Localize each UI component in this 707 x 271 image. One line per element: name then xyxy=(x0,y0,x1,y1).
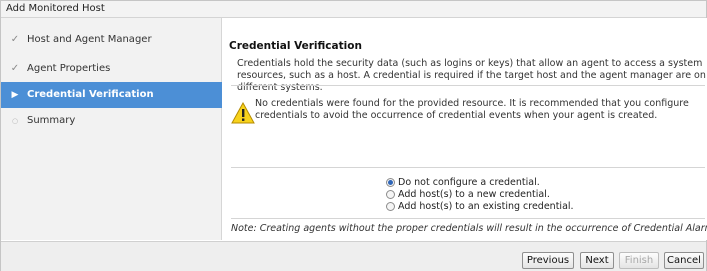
finish-button[interactable]: Finish xyxy=(619,252,659,269)
divider xyxy=(231,167,705,168)
option-label: Add host(s) to a new credential. xyxy=(398,188,550,200)
option-label: Add host(s) to an existing credential. xyxy=(398,200,574,212)
triangle-right-icon: ▶ xyxy=(11,90,19,100)
previous-button[interactable]: Previous xyxy=(522,252,574,269)
option-do-not-configure[interactable]: Do not configure a credential. xyxy=(386,176,574,188)
checkmark-icon: ✓ xyxy=(10,34,20,45)
radio-button[interactable] xyxy=(386,189,395,199)
step-label: Host and Agent Manager xyxy=(27,34,152,45)
step-host-and-agent-manager[interactable]: ✓ Host and Agent Manager xyxy=(1,27,222,53)
cancel-button[interactable]: Cancel xyxy=(664,252,704,269)
option-add-to-existing-credential[interactable]: Add host(s) to an existing credential. xyxy=(386,200,574,212)
credential-note: Note: Creating agents without the proper… xyxy=(231,223,707,234)
step-label: Summary xyxy=(27,115,76,126)
description-text: Credentials hold the security data (such… xyxy=(237,58,706,93)
warning-text: No credentials were found for the provid… xyxy=(255,98,689,121)
step-label: Credential Verification xyxy=(27,89,154,100)
option-add-to-new-credential[interactable]: Add host(s) to a new credential. xyxy=(386,188,574,200)
warning-icon xyxy=(231,102,255,124)
step-credential-verification[interactable]: ▶ Credential Verification xyxy=(1,82,222,108)
wizard-footer: Previous Next Finish Cancel xyxy=(1,241,706,271)
radio-button[interactable] xyxy=(386,201,395,211)
wizard-steps-sidebar: ✓ Host and Agent Manager ✓ Agent Propertie… xyxy=(1,18,222,240)
divider xyxy=(231,218,705,219)
radio-button[interactable] xyxy=(386,177,395,187)
divider xyxy=(231,85,705,86)
add-monitored-host-dialog: Add Monitored Host ✓ Host and Agent Manag… xyxy=(0,0,707,271)
checkmark-icon: ✓ xyxy=(10,63,20,74)
dialog-title: Add Monitored Host xyxy=(1,1,706,18)
next-button[interactable]: Next xyxy=(580,252,614,269)
option-label: Do not configure a credential. xyxy=(398,176,540,188)
step-agent-properties[interactable]: ✓ Agent Properties xyxy=(1,56,222,82)
circle-icon: ○ xyxy=(11,117,19,125)
main-panel: Credential Verification Credentials hold… xyxy=(223,18,707,240)
step-summary[interactable]: ○ Summary xyxy=(1,108,222,134)
step-label: Agent Properties xyxy=(27,63,111,74)
credential-options: Do not configure a credential. Add host(… xyxy=(386,176,574,212)
section-title: Credential Verification xyxy=(229,40,362,52)
